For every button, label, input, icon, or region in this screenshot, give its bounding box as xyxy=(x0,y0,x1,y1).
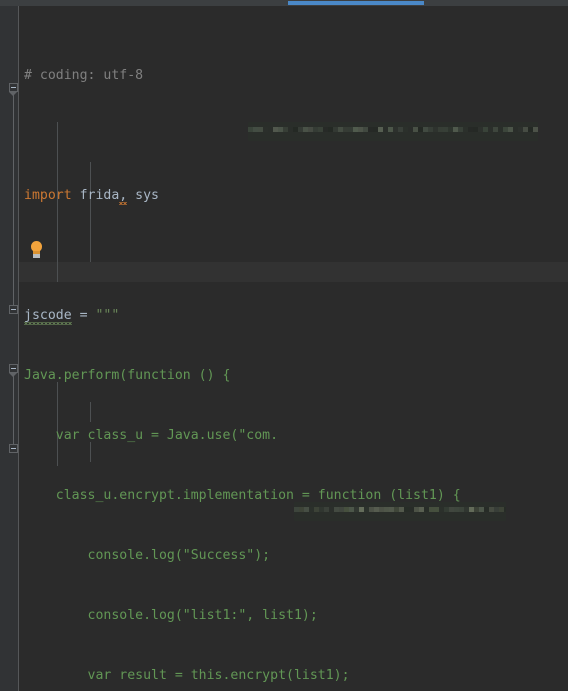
code-line: Java.perform(function () { xyxy=(19,366,568,386)
fold-rail-on-message xyxy=(13,373,14,451)
redaction-app-package-name xyxy=(294,502,506,521)
code-line: var result = this.encrypt(list1); xyxy=(19,666,568,686)
code-token-string: """ xyxy=(95,308,120,323)
fold-marker-jscode-start[interactable] xyxy=(9,83,18,92)
code-token-warning: , xyxy=(119,188,128,203)
code-token-variable: jscode xyxy=(24,308,72,323)
fold-rail-jscode xyxy=(13,92,14,310)
code-token-plain: = xyxy=(71,308,96,323)
active-tab-underline[interactable] xyxy=(288,1,424,5)
fold-tip-on-message-start xyxy=(9,373,17,377)
code-lines[interactable]: # coding: utf-8 import frida, sys jscode… xyxy=(19,6,568,691)
code-token-jsblock: class_u.encrypt.implementation = functio… xyxy=(24,488,461,503)
code-line: console.log("list1:", list1); xyxy=(19,606,568,626)
code-line: # coding: utf-8 xyxy=(19,66,568,86)
code-token-plain: frida xyxy=(71,188,120,203)
fold-tip-jscode-start xyxy=(9,92,17,96)
redaction-pixel xyxy=(504,517,506,521)
redaction-java-class-name xyxy=(248,122,538,141)
fold-marker-on-message-start[interactable] xyxy=(9,364,18,373)
code-editor-window: # coding: utf-8 import frida, sys jscode… xyxy=(0,0,568,691)
code-token-jsblock: Java.perform(function () { xyxy=(24,368,231,383)
code-token-jsblock: console.log("list1:", list1); xyxy=(24,608,318,623)
code-line: console.log("Success"); xyxy=(19,546,568,566)
editor-gutter[interactable] xyxy=(0,6,18,691)
code-surface[interactable]: # coding: utf-8 import frida, sys jscode… xyxy=(19,6,568,691)
code-token-comment: # coding: utf-8 xyxy=(24,68,144,83)
code-token-plain: sys xyxy=(127,188,159,203)
code-line: jscode = """ xyxy=(19,306,568,326)
code-line: import frida, sys xyxy=(19,186,568,206)
fold-marker-jscode-end[interactable] xyxy=(9,305,18,314)
code-token-jsblock: console.log("Success"); xyxy=(24,548,271,563)
code-token-jsblock: var result = this.encrypt(list1); xyxy=(24,668,350,683)
fold-marker-on-message-end[interactable] xyxy=(9,444,18,453)
code-line: var class_u = Java.use("com."); xyxy=(19,426,568,446)
redaction-pixel xyxy=(533,137,538,141)
code-token-keyword: import xyxy=(24,188,72,203)
code-token-jsblock: var class_u = Java.use("com. xyxy=(24,428,279,443)
